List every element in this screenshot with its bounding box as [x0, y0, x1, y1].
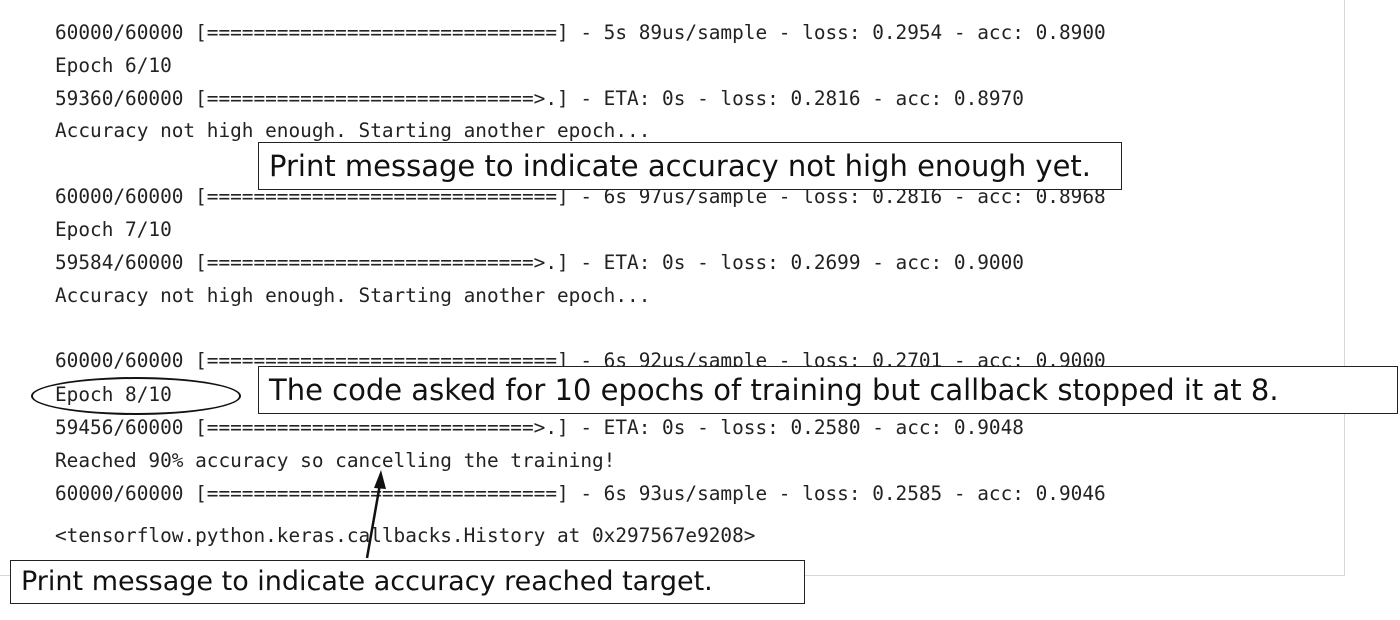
annotation-arrow	[365, 470, 386, 559]
arrow-head	[374, 470, 386, 489]
arrow-shaft	[365, 483, 382, 559]
